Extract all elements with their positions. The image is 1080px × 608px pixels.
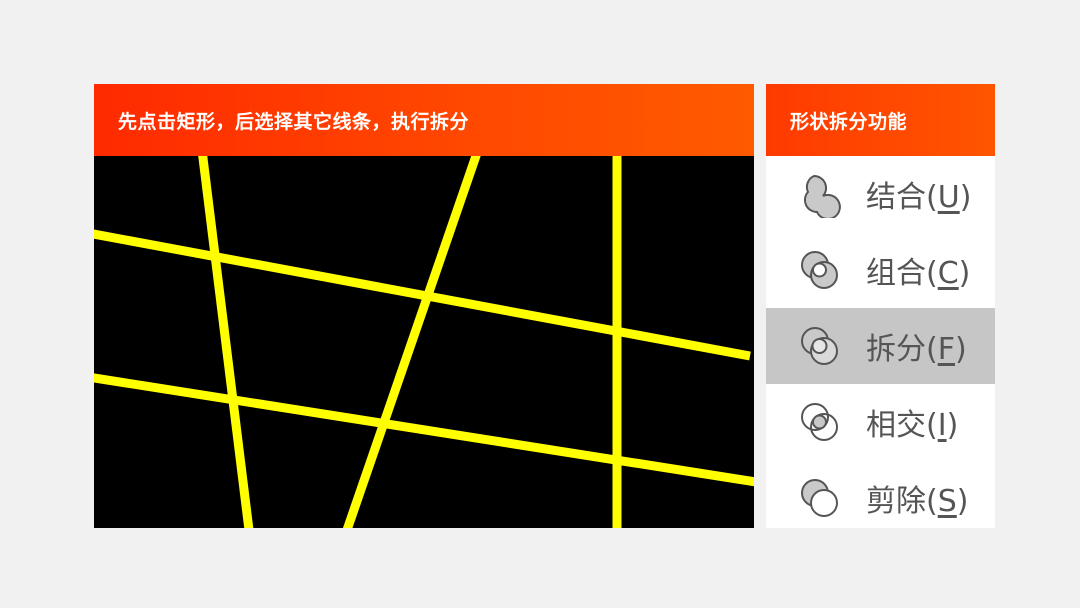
menu-item-subtract-key: S (937, 484, 957, 519)
vertical-line-left[interactable] (197, 149, 254, 528)
fragment-shapes-icon (796, 322, 844, 370)
menu-item-combine-key: C (937, 256, 959, 291)
intersect-shapes-icon (796, 398, 844, 446)
diagonal-line-upper[interactable] (94, 229, 751, 361)
combine-shapes-icon (796, 246, 844, 294)
menu-item-fragment-key: F (937, 332, 955, 367)
menu-item-combine-label: 组合 (866, 256, 926, 291)
menu-item-union[interactable]: 结合(U) (766, 156, 995, 232)
menu-item-union-key: U (937, 180, 960, 215)
slide-header-bar: 先点击矩形，后选择其它线条，执行拆分 (94, 84, 754, 156)
menu-item-combine[interactable]: 组合(C) (766, 232, 995, 308)
menu-item-intersect-label: 相交 (866, 408, 926, 443)
menu-item-intersect[interactable]: 相交(I) (766, 384, 995, 460)
shape-ops-panel: 形状拆分功能 结合(U) 组合(C) 拆分(F) 相交(I) 剪除(S) (766, 84, 995, 528)
slanted-line-middle[interactable] (342, 148, 483, 528)
panel-title: 形状拆分功能 (790, 110, 908, 133)
menu-item-subtract[interactable]: 剪除(S) (766, 460, 995, 528)
slide-canvas: 先点击矩形，后选择其它线条，执行拆分 (94, 84, 754, 528)
panel-header-bar: 形状拆分功能 (766, 84, 995, 156)
shape-ops-menu: 结合(U) 组合(C) 拆分(F) 相交(I) 剪除(S) (766, 156, 995, 528)
menu-item-intersect-key: I (937, 408, 947, 443)
diagonal-line-lower[interactable] (94, 373, 754, 487)
menu-item-fragment[interactable]: 拆分(F) (766, 308, 995, 384)
menu-item-union-label: 结合 (866, 180, 926, 215)
slide-title: 先点击矩形，后选择其它线条，执行拆分 (118, 110, 470, 133)
menu-item-subtract-label: 剪除 (866, 484, 926, 519)
union-shapes-icon (796, 170, 844, 220)
menu-item-fragment-label: 拆分 (866, 332, 926, 367)
subtract-shapes-icon (796, 474, 844, 522)
